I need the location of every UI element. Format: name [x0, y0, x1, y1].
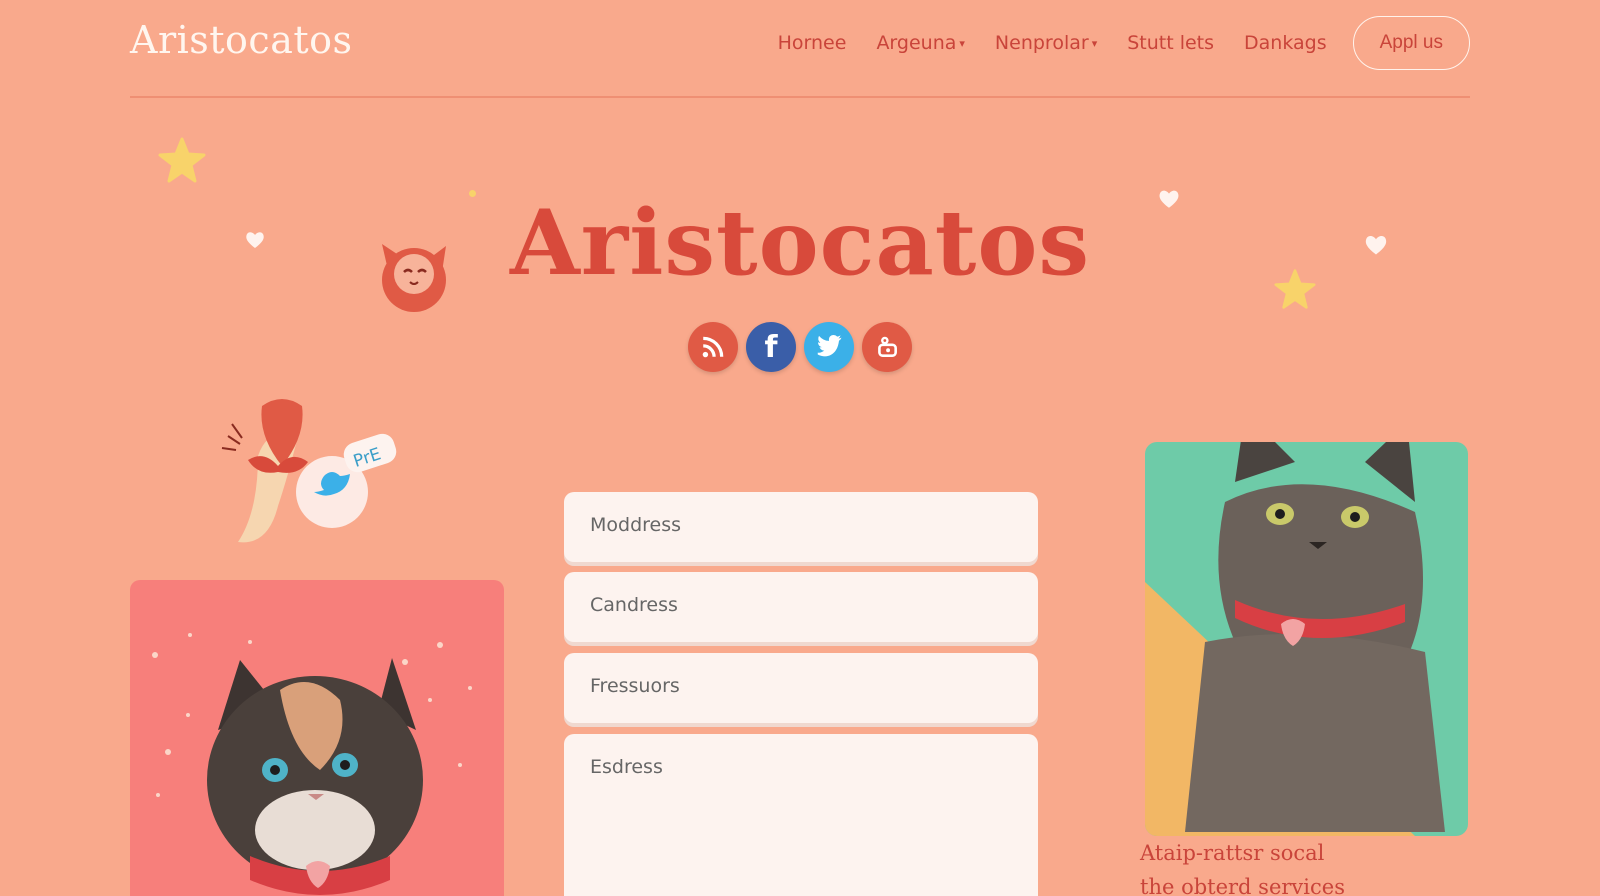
nav-item-label: Dankags — [1244, 32, 1327, 54]
hero-title: Aristocatos — [509, 190, 1091, 296]
caption-line: Ataip-rattsr socal — [1140, 841, 1325, 865]
chevron-down-icon: ▾ — [959, 36, 965, 50]
nav-item-label: Nenprolar — [994, 32, 1089, 54]
twitter-icon[interactable] — [804, 322, 854, 372]
main-nav: Hornee Argeuna ▾ Nenprolar ▾ Stutt lets … — [748, 16, 1470, 70]
facebook-icon[interactable]: f — [746, 322, 796, 372]
rss-icon[interactable] — [688, 322, 738, 372]
nav-item-nenprolar[interactable]: Nenprolar ▾ — [995, 32, 1097, 54]
social-links: f — [688, 322, 912, 372]
star-icon — [158, 137, 206, 183]
nav-item-label: Stutt lets — [1127, 32, 1215, 54]
nav-item-hornee[interactable]: Hornee — [778, 32, 847, 54]
cat-photo-card-left — [130, 580, 504, 896]
header-divider — [130, 96, 1470, 98]
nav-item-label: Argeuna — [876, 32, 957, 54]
right-card-caption: Ataip-rattsr socal the obterd services — [1140, 836, 1345, 896]
nav-item-argeuna[interactable]: Argeuna ▾ — [876, 32, 964, 54]
candress-field[interactable]: Candress — [564, 572, 1038, 642]
instagram-icon[interactable] — [862, 322, 912, 372]
cat-photo-card-right — [1145, 442, 1468, 836]
nav-item-dankags[interactable]: Dankags — [1244, 32, 1327, 54]
caption-line: the obterd services — [1140, 875, 1345, 896]
nav-item-stutt-lets[interactable]: Stutt lets — [1127, 32, 1214, 54]
sticker-cluster-illustration: PrE — [221, 399, 397, 543]
site-logo[interactable]: Aristocatos — [130, 18, 353, 62]
fressuors-field[interactable]: Fressuors — [564, 653, 1038, 723]
cat-photo — [152, 633, 472, 895]
message-textarea[interactable]: Esdress — [564, 734, 1038, 896]
address-field[interactable]: Moddress — [564, 492, 1038, 562]
nav-item-label: Hornee — [777, 32, 847, 54]
chevron-down-icon: ▾ — [1091, 36, 1098, 50]
apply-button[interactable]: Appl us — [1352, 16, 1470, 70]
cat-photo — [1145, 442, 1445, 836]
